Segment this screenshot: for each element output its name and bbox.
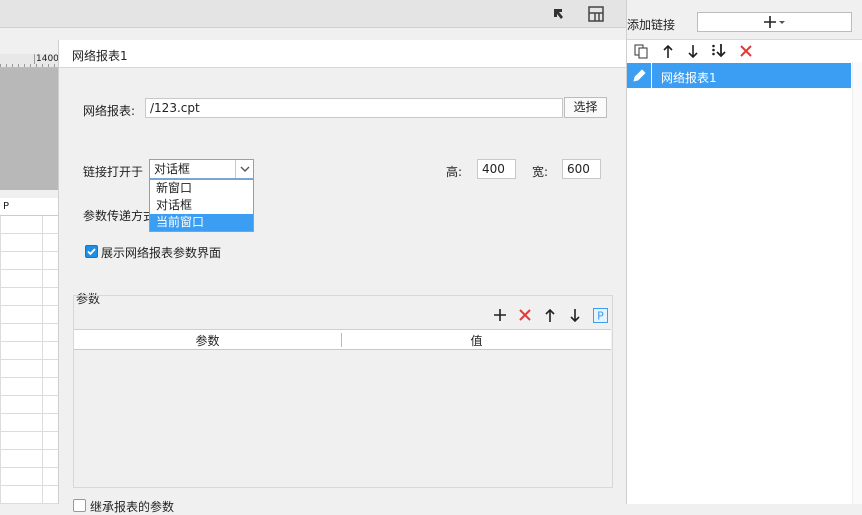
column-header[interactable]: P xyxy=(0,198,58,216)
dropdown-option-new-window[interactable]: 新窗口 xyxy=(150,180,253,197)
spreadsheet-grid[interactable] xyxy=(0,198,58,504)
column-header-label: P xyxy=(3,201,10,212)
show-params-label: 展示网络报表参数界面 xyxy=(101,246,222,260)
move-to-bottom-icon[interactable] xyxy=(710,42,728,60)
corner-arrow-icon[interactable] xyxy=(549,4,569,24)
report-label: 网络报表: xyxy=(83,104,136,118)
width-label: 宽: xyxy=(532,165,549,179)
link-toolbar xyxy=(627,40,862,62)
param-method-label-wrap: 参数传递方式 xyxy=(83,207,149,224)
inherit-params-checkbox[interactable] xyxy=(73,499,86,512)
inherit-params-label: 继承报表的参数 xyxy=(90,500,175,514)
report-path-field[interactable]: /123.cpt xyxy=(145,98,563,118)
grid-layout-icon[interactable] xyxy=(586,4,606,24)
add-link-label: 添加链接 xyxy=(627,18,676,32)
chevron-down-icon[interactable] xyxy=(235,160,253,178)
link-list-panel: 添加链接 网络报表1 xyxy=(626,0,862,504)
link-move-up-icon[interactable] xyxy=(659,42,677,60)
ruler-mark: 1400 xyxy=(34,54,60,64)
link-panel-header: 添加链接 xyxy=(627,0,862,40)
svg-text:P: P xyxy=(597,309,604,322)
params-table[interactable]: 参数 值 xyxy=(74,329,611,486)
add-param-icon[interactable] xyxy=(491,306,509,324)
dropdown-option-dialog[interactable]: 对话框 xyxy=(150,197,253,214)
move-down-icon[interactable] xyxy=(566,306,584,324)
height-label: 高: xyxy=(446,165,463,179)
delete-link-icon[interactable] xyxy=(737,42,755,60)
move-up-icon[interactable] xyxy=(541,306,559,324)
link-item-label: 网络报表1 xyxy=(661,71,717,85)
dropdown-option-current-window[interactable]: 当前窗口 xyxy=(150,214,253,231)
param-p-icon[interactable]: P xyxy=(591,306,609,324)
choose-button[interactable]: 选择 xyxy=(564,97,607,118)
hyperlink-dialog: 网络报表1 网络报表: /123.cpt 选择 链接打开于 对话框 新窗口 对话… xyxy=(58,40,627,514)
link-move-down-icon[interactable] xyxy=(684,42,702,60)
open-in-selected: 对话框 xyxy=(154,162,191,176)
canvas-gray-area xyxy=(0,68,58,190)
dialog-title-bar: 网络报表1 xyxy=(59,40,627,68)
delete-param-icon[interactable] xyxy=(516,306,534,324)
edit-pencil-icon[interactable] xyxy=(627,63,652,88)
column-header-value[interactable]: 值 xyxy=(342,332,611,349)
show-params-checkbox[interactable] xyxy=(85,245,98,258)
ruler: 1400 xyxy=(0,54,60,68)
top-toolbar xyxy=(0,0,626,28)
open-in-select[interactable]: 对话框 xyxy=(149,159,254,179)
copy-icon[interactable] xyxy=(632,42,650,60)
width-field[interactable]: 600 xyxy=(562,159,601,179)
link-item[interactable]: 网络报表1 xyxy=(627,63,851,88)
param-method-label: 参数传递方式 xyxy=(83,209,149,223)
open-in-dropdown: 新窗口 对话框 当前窗口 xyxy=(149,179,254,232)
link-list-scrollbar[interactable] xyxy=(852,62,862,504)
dialog-title: 网络报表1 xyxy=(72,49,128,63)
params-table-header: 参数 值 xyxy=(74,330,611,350)
add-link-button[interactable] xyxy=(697,12,852,32)
height-field[interactable]: 400 xyxy=(477,159,516,179)
column-header-param[interactable]: 参数 xyxy=(74,332,341,349)
open-in-label: 链接打开于 xyxy=(83,165,144,179)
